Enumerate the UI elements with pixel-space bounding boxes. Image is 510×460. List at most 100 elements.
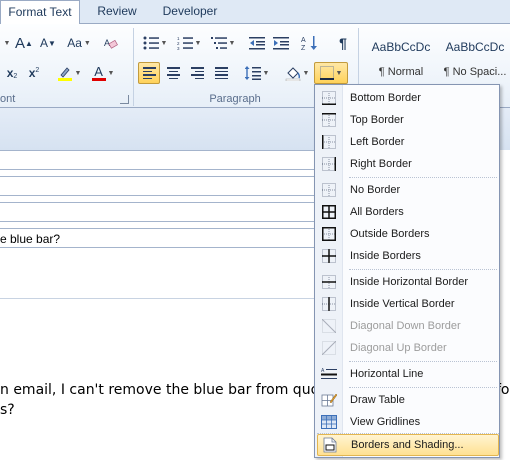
justify-button[interactable] — [210, 62, 232, 84]
borders-dropdown-menu: Bottom Border Top Border Left Border Rig… — [314, 84, 500, 458]
no-border-icon — [322, 183, 336, 197]
menu-item-inside-horizontal-border[interactable]: Inside Horizontal Border — [317, 271, 499, 293]
menu-item-left-border[interactable]: Left Border — [317, 131, 499, 153]
menu-item-label: Draw Table — [350, 394, 405, 406]
numbering-icon: 123 — [177, 36, 193, 50]
decrease-indent-icon — [249, 37, 265, 50]
menu-item-horizontal-line[interactable]: A Horizontal Line — [317, 363, 499, 385]
font-dialog-launcher-icon[interactable] — [120, 95, 129, 104]
header-divider — [0, 298, 330, 299]
menu-item-draw-table[interactable]: Draw Table — [317, 389, 499, 411]
paragraph-group-label: Paragraph — [209, 93, 261, 105]
outside-borders-icon — [322, 227, 336, 241]
ribbon-tab-bar: Format Text Review Developer — [0, 0, 510, 25]
menu-item-top-border[interactable]: Top Border — [317, 109, 499, 131]
clear-formatting-icon[interactable]: A — [100, 32, 122, 54]
subscript-button[interactable]: x2 — [2, 62, 22, 84]
menu-item-inside-borders[interactable]: Inside Borders — [317, 245, 499, 267]
body-line-2: s? — [0, 402, 15, 418]
increase-indent-icon — [273, 37, 289, 50]
bottom-border-icon — [319, 66, 334, 80]
text-highlight-button[interactable]: ▼ — [54, 62, 84, 84]
menu-item-label: Outside Borders — [350, 228, 430, 240]
style-no-spacing-name: ¶ No Spaci... — [443, 66, 507, 78]
font-size-dropdown-icon[interactable]: ▼ — [0, 32, 12, 54]
align-right-icon — [190, 67, 204, 79]
font-group-label: ont — [0, 93, 16, 105]
menu-item-outside-borders[interactable]: Outside Borders — [317, 223, 499, 245]
menu-item-no-border[interactable]: No Border — [317, 179, 499, 201]
svg-text:3: 3 — [177, 46, 180, 50]
line-spacing-icon — [244, 66, 261, 80]
align-center-icon — [166, 67, 180, 79]
increase-indent-button[interactable] — [270, 32, 292, 54]
horizontal-line-icon: A — [321, 368, 337, 379]
style-no-spacing-sample: AaBbCcDc — [445, 40, 505, 54]
left-border-icon — [322, 135, 336, 149]
change-case-button[interactable]: Aa ▼ — [64, 32, 94, 54]
subject-text: e blue bar? — [0, 232, 61, 246]
right-border-icon — [322, 157, 336, 171]
multilevel-list-icon — [210, 37, 227, 49]
font-color-button[interactable]: A ▼ — [88, 62, 118, 84]
menu-item-label: Inside Horizontal Border — [350, 276, 469, 288]
shading-button[interactable]: ▼ — [282, 62, 312, 84]
all-borders-icon — [322, 205, 336, 219]
menu-item-borders-and-shading[interactable]: Borders and Shading... — [317, 434, 499, 456]
menu-item-all-borders[interactable]: All Borders — [317, 201, 499, 223]
menu-item-label: Borders and Shading... — [351, 439, 464, 451]
svg-text:Z: Z — [301, 45, 306, 51]
menu-separator — [349, 387, 497, 388]
menu-item-diagonal-down-border: Diagonal Down Border — [317, 315, 499, 337]
menu-item-diagonal-up-border: Diagonal Up Border — [317, 337, 499, 359]
menu-item-view-gridlines[interactable]: View Gridlines — [317, 411, 499, 433]
shrink-font-button[interactable]: A ▼ — [38, 32, 58, 54]
multilevel-list-button[interactable]: ▼ — [208, 32, 238, 54]
highlighter-icon — [57, 67, 72, 81]
top-border-icon — [322, 113, 336, 127]
numbering-button[interactable]: 1 2 3 ▼ — [174, 32, 204, 54]
menu-separator — [349, 177, 497, 178]
svg-text:A: A — [301, 37, 306, 44]
to-field[interactable] — [0, 150, 330, 170]
align-right-button[interactable] — [186, 62, 208, 84]
menu-item-label: Top Border — [350, 114, 404, 126]
grow-font-button[interactable]: A ▲ — [14, 32, 34, 54]
menu-item-right-border[interactable]: Right Border — [317, 153, 499, 175]
bullets-icon — [143, 36, 159, 50]
bcc-field[interactable] — [0, 202, 330, 222]
menu-item-label: No Border — [350, 184, 401, 196]
diagonal-up-border-icon — [322, 341, 336, 355]
svg-text:A: A — [321, 368, 325, 374]
align-center-button[interactable] — [162, 62, 184, 84]
bottom-border-icon — [322, 91, 336, 105]
menu-item-label: Horizontal Line — [350, 368, 424, 380]
sort-button[interactable]: AZ — [298, 32, 322, 54]
paint-bucket-icon — [285, 67, 300, 81]
tab-developer[interactable]: Developer — [152, 0, 228, 24]
line-spacing-button[interactable]: ▼ — [242, 62, 272, 84]
superscript-button[interactable]: x2 — [24, 62, 44, 84]
draw-table-icon — [321, 393, 337, 407]
style-no-spacing[interactable]: AaBbCcDc ¶ No Spaci... — [440, 36, 510, 86]
tab-format-text[interactable]: Format Text — [0, 0, 80, 25]
menu-separator — [349, 361, 497, 362]
bullets-button[interactable]: ▼ — [140, 32, 170, 54]
menu-item-label: Inside Borders — [350, 250, 421, 262]
show-hide-formatting-button[interactable]: ¶ — [334, 32, 352, 54]
align-left-button[interactable] — [138, 62, 160, 84]
menu-item-label: View Gridlines — [350, 416, 421, 428]
menu-item-bottom-border[interactable]: Bottom Border — [317, 87, 499, 109]
decrease-indent-button[interactable] — [246, 32, 268, 54]
cc-field[interactable] — [0, 176, 330, 196]
menu-item-inside-vertical-border[interactable]: Inside Vertical Border — [317, 293, 499, 315]
tab-review[interactable]: Review — [84, 0, 150, 24]
menu-item-label: Left Border — [350, 136, 405, 148]
diagonal-down-border-icon — [322, 319, 336, 333]
menu-item-label: Inside Vertical Border — [350, 298, 455, 310]
inside-vertical-border-icon — [322, 297, 336, 311]
borders-button[interactable]: ▼ — [314, 62, 348, 84]
style-normal[interactable]: AaBbCcDc ¶ Normal — [366, 36, 436, 86]
menu-item-label: Bottom Border — [350, 92, 421, 104]
inside-horizontal-border-icon — [322, 275, 336, 289]
